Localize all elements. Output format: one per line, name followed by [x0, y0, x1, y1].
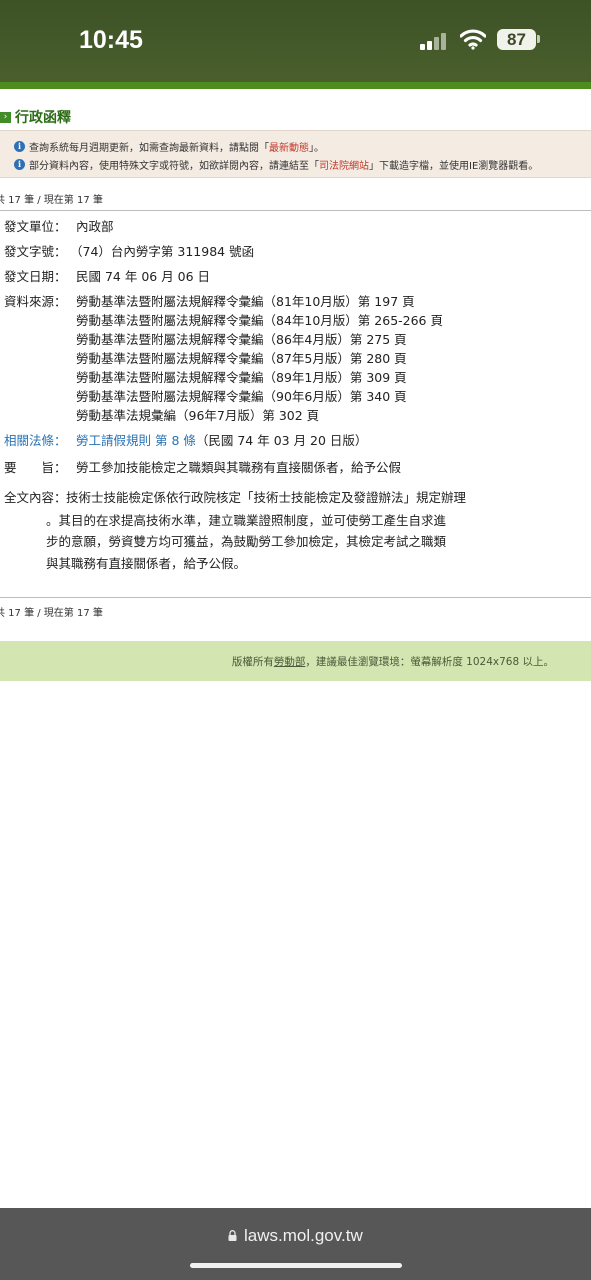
- lock-icon: [228, 1230, 237, 1241]
- arrow-square-icon: ›: [0, 111, 11, 123]
- notice-line-2: i 部分資料內容，使用特殊文字或符號，如欲詳閱內容，請連結至「 司法院網站 」下…: [14, 157, 538, 172]
- source-item: 勞動基準法暨附屬法規解釋令彙編（81年10月版）第 197 頁: [76, 294, 415, 309]
- related-law: 勞工請假規則 第 8 條（民國 74 年 03 月 20 日版）: [76, 430, 367, 449]
- section-title: › 行政函釋: [0, 107, 71, 127]
- info-icon: i: [14, 159, 25, 170]
- related-law-label: 相關法條：: [4, 433, 67, 448]
- footer-post: ，建議最佳瀏覽環境：螢幕解析度 1024x768 以上。: [305, 656, 554, 668]
- cellular-signal-icon: [420, 32, 448, 50]
- header-green-bar: [0, 82, 591, 89]
- source-item: 勞動基準法暨附屬法規解釋令彙編（87年5月版）第 280 頁: [76, 351, 407, 366]
- full-text-line: 。其目的在求提高技術水準，建立職業證照制度，並可使勞工產生自求進: [46, 513, 447, 528]
- notice-line-1: i 查詢系統每月週期更新，如需查詢最新資料，請點閱「 最新動態 」。: [14, 139, 324, 154]
- gist-label: 要 旨：: [4, 460, 67, 475]
- info-icon: i: [14, 141, 25, 152]
- footer-pre: 版權所有: [231, 656, 274, 668]
- issue-date-label: 發文日期：: [4, 269, 67, 284]
- notice-box: i 查詢系統每月週期更新，如需查詢最新資料，請點閱「 最新動態 」。 i 部分資…: [0, 130, 591, 178]
- related-law-link[interactable]: 勞工請假規則 第 8 條: [76, 433, 196, 448]
- divider-bottom: [0, 597, 591, 598]
- full-text-label: 全文內容：: [4, 490, 67, 505]
- issue-date-value: 民國 74 年 06 月 06 日: [76, 269, 211, 284]
- section-title-text: 行政函釋: [15, 110, 71, 126]
- notice-line-1-pre: 查詢系統每月週期更新，如需查詢最新資料，請點閱「: [29, 143, 269, 154]
- record-count-top: 共 17 筆 / 現在第 17 筆: [0, 195, 103, 206]
- status-bar: 10:45 87: [0, 0, 591, 82]
- related-law-date: （民國 74 年 03 月 20 日版）: [195, 433, 368, 448]
- source-item: 勞動基準法暨附屬法規解釋令彙編（90年6月版）第 340 頁: [76, 389, 407, 404]
- status-time: 10:45: [79, 26, 143, 54]
- notice-line-1-post: 」。: [309, 143, 324, 154]
- source-item: 勞動基準法暨附屬法規解釋令彙編（84年10月版）第 265-266 頁: [76, 313, 443, 328]
- url-text[interactable]: laws.mol.gov.tw: [244, 1226, 363, 1246]
- mol-link[interactable]: 勞動部: [274, 656, 306, 668]
- wifi-icon: [460, 29, 486, 50]
- judicial-site-link[interactable]: 司法院網站: [319, 157, 369, 172]
- full-text-line: 與其職務有直接關係者，給予公假。: [46, 556, 247, 571]
- doc-number-value: （74）台內勞字第 311984 號函: [70, 244, 255, 259]
- divider-top: [0, 210, 591, 211]
- gist-value: 勞工參加技能檢定之職類與其職務有直接關係者，給予公假: [76, 460, 402, 475]
- footer-text: 版權所有勞動部，建議最佳瀏覽環境：螢幕解析度 1024x768 以上。: [232, 654, 554, 669]
- latest-news-link[interactable]: 最新動態: [269, 139, 309, 154]
- home-indicator[interactable]: [190, 1263, 402, 1268]
- source-item: 勞動基準法暨附屬法規解釋令彙編（86年4月版）第 275 頁: [76, 332, 407, 347]
- source-item: 勞動基準法規彙編（96年7月版）第 302 頁: [76, 408, 320, 423]
- site-footer: 版權所有勞動部，建議最佳瀏覽環境：螢幕解析度 1024x768 以上。: [0, 641, 591, 681]
- full-text-line: 步的意願，勞資雙方均可獲益，為鼓勵勞工參加檢定，其檢定考試之職類: [46, 534, 447, 549]
- doc-number-label: 發文字號：: [4, 244, 67, 259]
- issuer-value: 內政部: [76, 219, 114, 234]
- notice-line-2-post: 」下載造字檔，並使用IE瀏覽器觀看。: [369, 161, 539, 172]
- source-label: 資料來源：: [4, 294, 67, 309]
- source-item: 勞動基準法暨附屬法規解釋令彙編（89年1月版）第 309 頁: [76, 370, 407, 385]
- record-count-bottom: 共 17 筆 / 現在第 17 筆: [0, 608, 103, 619]
- issuer-label: 發文單位：: [4, 219, 67, 234]
- battery-tip: [537, 35, 540, 43]
- full-text-line: 技術士技能檢定係依行政院核定「技術士技能檢定及發證辦法」規定辦理: [66, 490, 467, 505]
- battery-icon: 87: [497, 29, 536, 50]
- notice-line-2-pre: 部分資料內容，使用特殊文字或符號，如欲詳閱內容，請連結至「: [29, 161, 319, 172]
